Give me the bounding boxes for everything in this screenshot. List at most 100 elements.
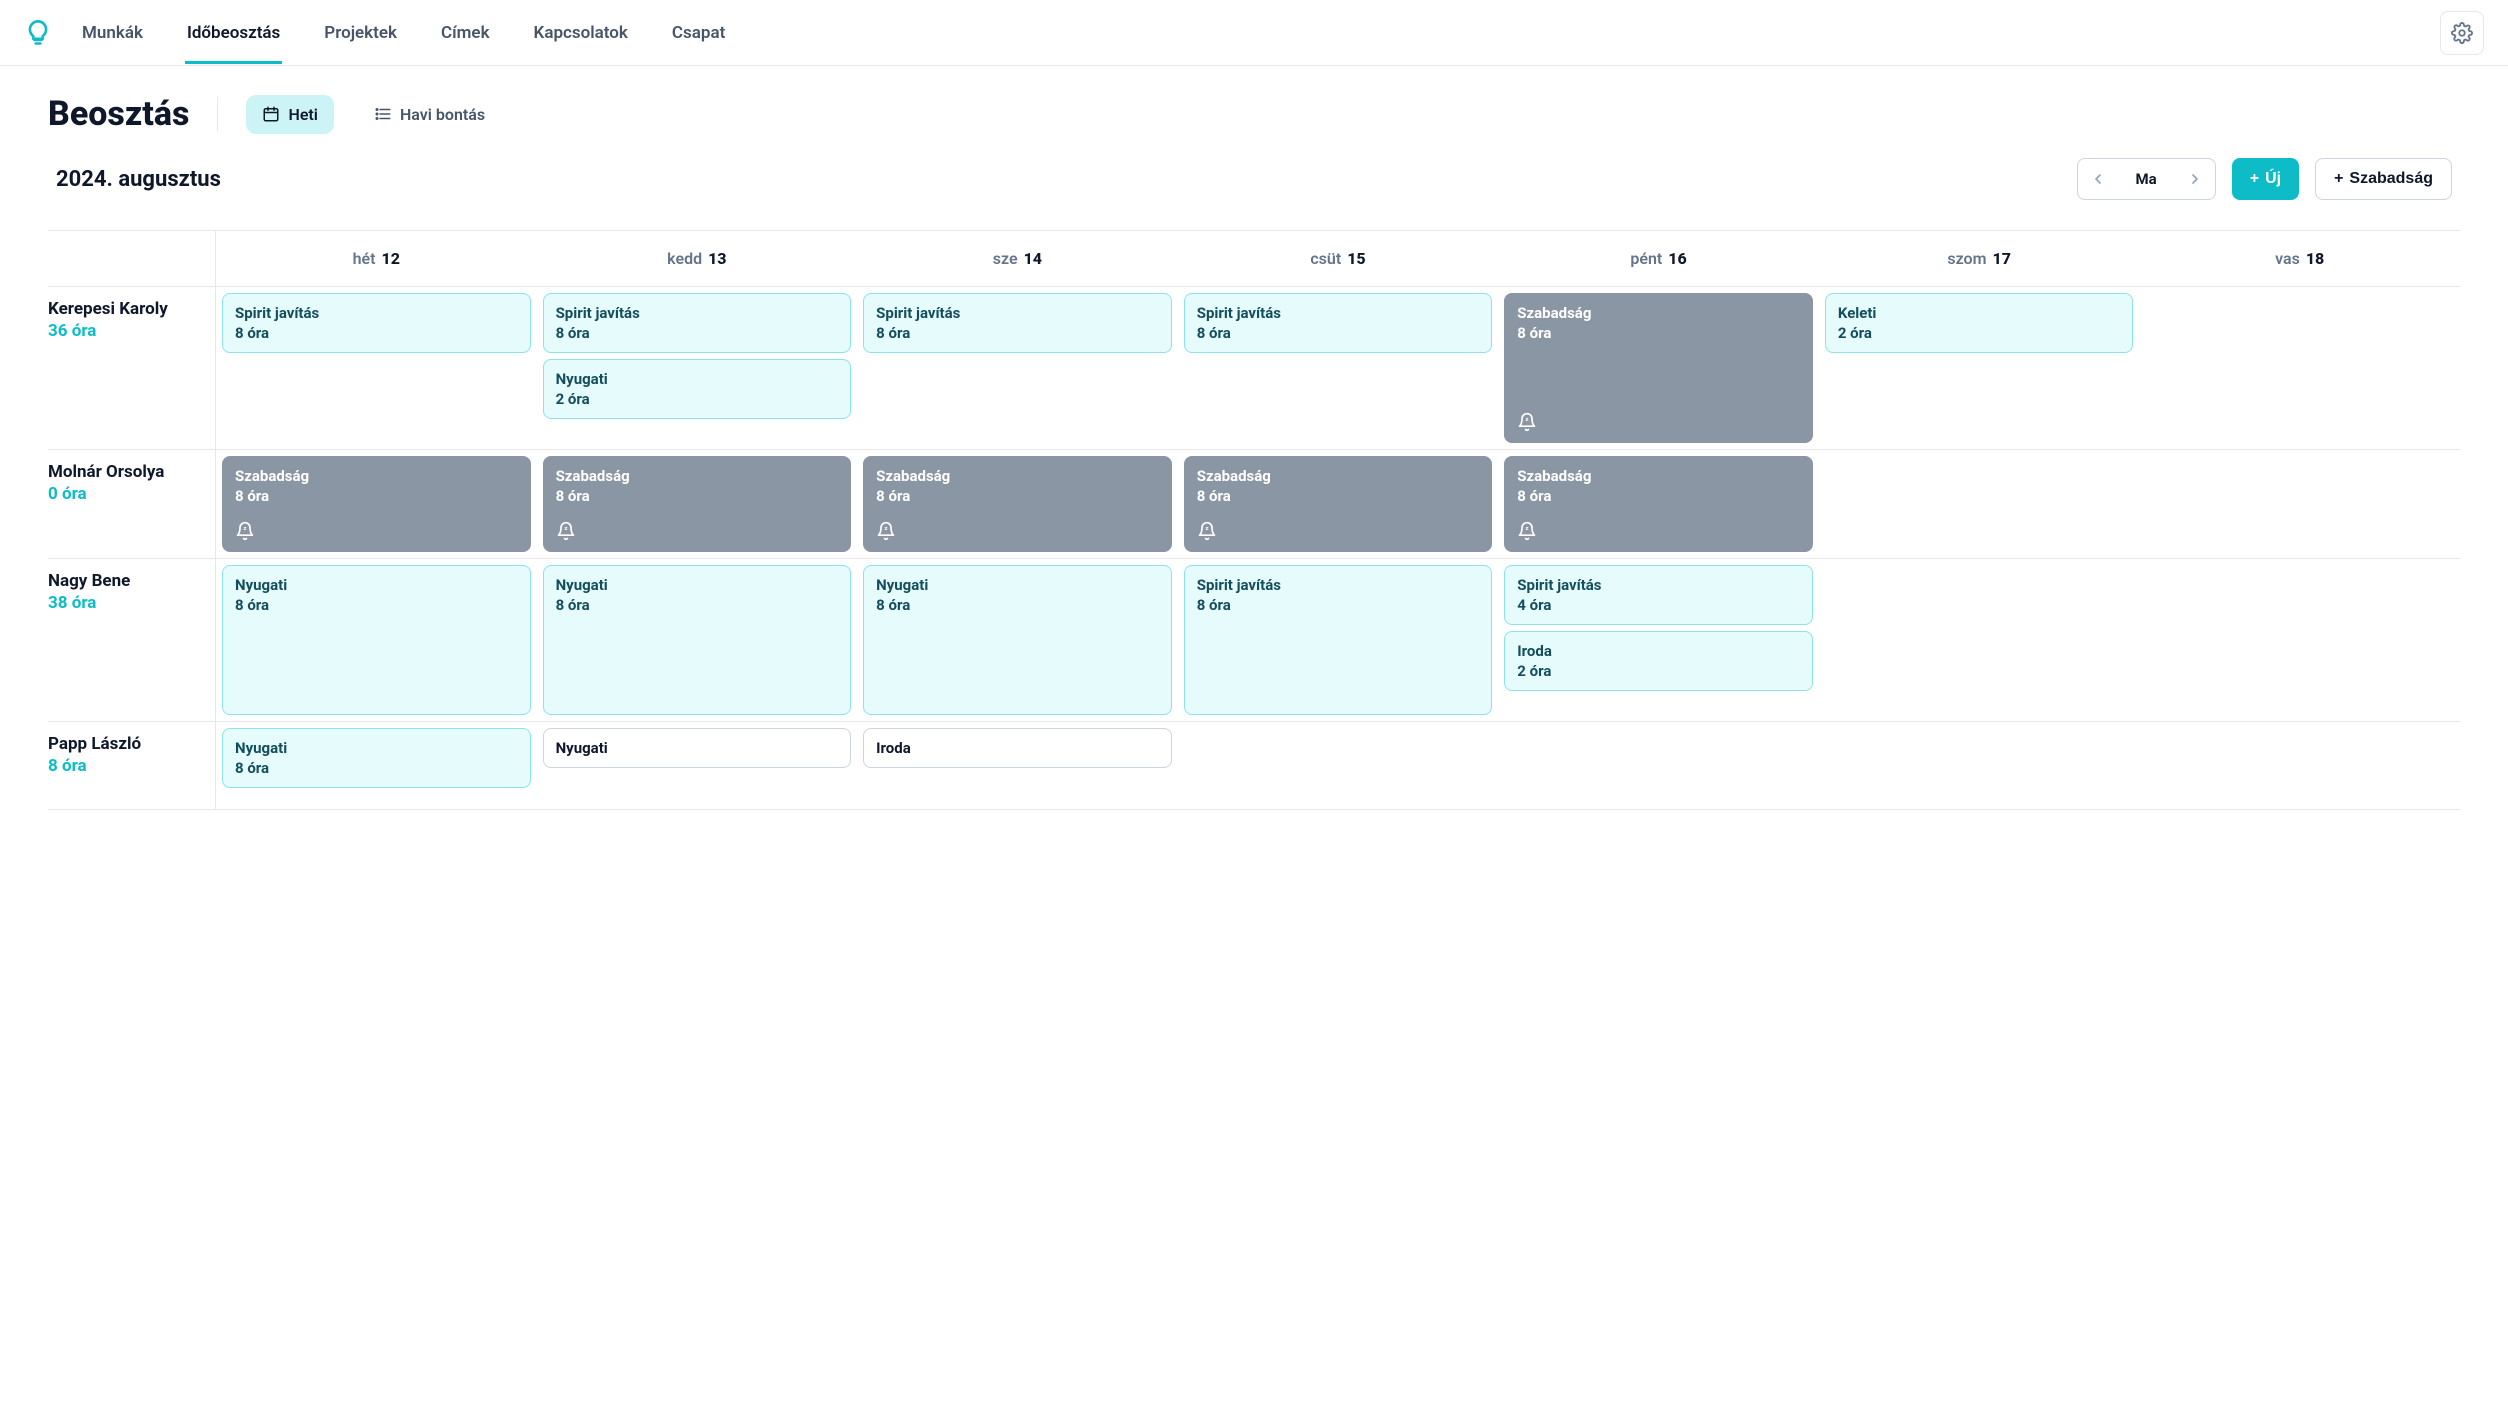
card-title: Keleti [1838,304,2121,322]
schedule-card[interactable]: Spirit javítás8 óra [222,293,531,353]
day-cell[interactable] [1178,722,1499,809]
card-hours: 2 óra [1838,324,2121,342]
day-cell[interactable]: Szabadság8 óraz [537,450,858,558]
today-button[interactable]: Ma [2118,170,2175,188]
day-cell[interactable] [1819,450,2140,558]
svg-text:z: z [244,526,247,532]
row-header: Nagy Bene 38 óra [48,559,216,721]
card-title: Iroda [876,739,1159,757]
day-cell[interactable] [2139,559,2460,721]
day-cell[interactable] [1819,722,2140,809]
schedule-card[interactable]: Keleti 2 óra [1825,293,2134,353]
schedule-card[interactable]: Spirit javítás4 óra [1504,565,1813,625]
day-header: szom 17 [1819,231,2140,286]
card-hours: 2 óra [556,390,839,408]
day-cell[interactable]: Szabadság8 óraz [1178,450,1499,558]
schedule-card[interactable]: Szabadság8 óraz [222,456,531,552]
nav-item[interactable]: Projektek [322,3,399,63]
schedule-card[interactable]: Nyugati8 óra [222,565,531,715]
schedule-card[interactable]: Szabadság8 óraz [1504,293,1813,443]
schedule-card[interactable]: Szabadság8 óraz [543,456,852,552]
day-cell[interactable]: Spirit javítás8 óra [216,287,537,449]
day-cell[interactable]: Spirit javítás8 óra [857,287,1178,449]
schedule-card[interactable]: Iroda2 óra [1504,631,1813,691]
day-cell[interactable] [2139,450,2460,558]
card-hours: 8 óra [235,596,518,614]
schedule-card[interactable]: Spirit javítás8 óra [1184,293,1493,353]
day-cell[interactable]: Spirit javítás8 óraNyugati2 óra [537,287,858,449]
card-title: Nyugati [235,739,518,757]
day-cell[interactable] [1498,722,1819,809]
schedule-card[interactable]: Nyugati [543,728,852,768]
nav-item[interactable]: Csapat [670,3,727,63]
nav-item[interactable]: Munkák [80,3,145,63]
row-header: Papp László 8 óra [48,722,216,809]
view-weekly-button[interactable]: Heti [246,95,333,134]
day-cell[interactable] [2139,287,2460,449]
schedule-card[interactable]: Szabadság8 óraz [863,456,1172,552]
nav-item[interactable]: Címek [439,3,492,63]
day-header: csüt 15 [1178,231,1499,286]
card-title: Szabadság [1197,467,1480,485]
day-cell[interactable]: Nyugati8 óra [216,722,537,809]
day-cell[interactable]: Szabadság8 óraz [216,450,537,558]
card-hours: 8 óra [556,324,839,342]
day-cell[interactable]: Szabadság8 óraz [857,450,1178,558]
vacation-button-label: Szabadság [2349,170,2433,188]
schedule-card[interactable]: Spirit javítás8 óra [543,293,852,353]
schedule-card[interactable]: Spirit javítás8 óra [1184,565,1493,715]
schedule-card[interactable]: Szabadság8 óraz [1504,456,1813,552]
nav-item[interactable]: Kapcsolatok [532,3,630,63]
svg-text:z: z [1526,526,1529,532]
day-cell[interactable]: Spirit javítás4 óraIroda2 óra [1498,559,1819,721]
card-title: Nyugati [556,576,839,594]
day-cell[interactable]: Szabadság8 óraz [1498,287,1819,449]
day-cell[interactable]: Iroda [857,722,1178,809]
day-header: hét 12 [216,231,537,286]
settings-button[interactable] [2440,11,2484,55]
schedule-card[interactable]: Spirit javítás8 óra [863,293,1172,353]
chevron-left-icon [2090,171,2106,187]
schedule-card[interactable]: Nyugati 8 óra [543,565,852,715]
day-cell[interactable]: Szabadság8 óraz [1498,450,1819,558]
card-hours: 8 óra [556,596,839,614]
schedule-row: Papp László 8 óraNyugati8 óraNyugatiIrod… [48,722,2460,810]
day-cell[interactable]: Nyugati [537,722,858,809]
schedule-card[interactable]: Nyugati2 óra [543,359,852,419]
day-cell[interactable] [1819,559,2140,721]
grid-corner [48,231,216,286]
person-name: Molnár Orsolya [48,462,209,482]
day-header: pént 16 [1498,231,1819,286]
day-cell[interactable]: Spirit javítás8 óra [1178,287,1499,449]
schedule-card[interactable]: Nyugati8 óra [222,728,531,788]
schedule-card[interactable]: Iroda [863,728,1172,768]
day-cell[interactable]: Nyugati8 óra [216,559,537,721]
snooze-icon: z [1197,521,1480,541]
page-title: Beosztás [48,94,189,134]
card-hours: 8 óra [1517,324,1800,342]
view-monthly-button[interactable]: Havi bontás [358,95,501,134]
card-title: Nyugati [876,576,1159,594]
snooze-icon: z [556,521,839,541]
card-title: Spirit javítás [235,304,518,322]
app-logo [24,19,52,47]
nav-item[interactable]: Időbeosztás [185,3,282,63]
day-cell[interactable]: Nyugati 8 óra [857,559,1178,721]
vacation-button[interactable]: + Szabadság [2315,158,2452,200]
next-week-button[interactable] [2175,158,2215,200]
person-hours: 0 óra [48,484,209,504]
schedule-card[interactable]: Nyugati 8 óra [863,565,1172,715]
schedule-card[interactable]: Szabadság8 óraz [1184,456,1493,552]
prev-week-button[interactable] [2078,158,2118,200]
month-label: 2024. augusztus [56,167,2061,192]
day-cell[interactable]: Spirit javítás8 óra [1178,559,1499,721]
card-title: Spirit javítás [876,304,1159,322]
card-hours: 8 óra [876,596,1159,614]
day-cell[interactable]: Keleti 2 óra [1819,287,2140,449]
svg-text:z: z [564,526,567,532]
day-header: sze 14 [857,231,1178,286]
day-cell[interactable]: Nyugati 8 óra [537,559,858,721]
chevron-right-icon [2187,171,2203,187]
day-cell[interactable] [2139,722,2460,809]
new-button[interactable]: + Új [2232,158,2299,200]
